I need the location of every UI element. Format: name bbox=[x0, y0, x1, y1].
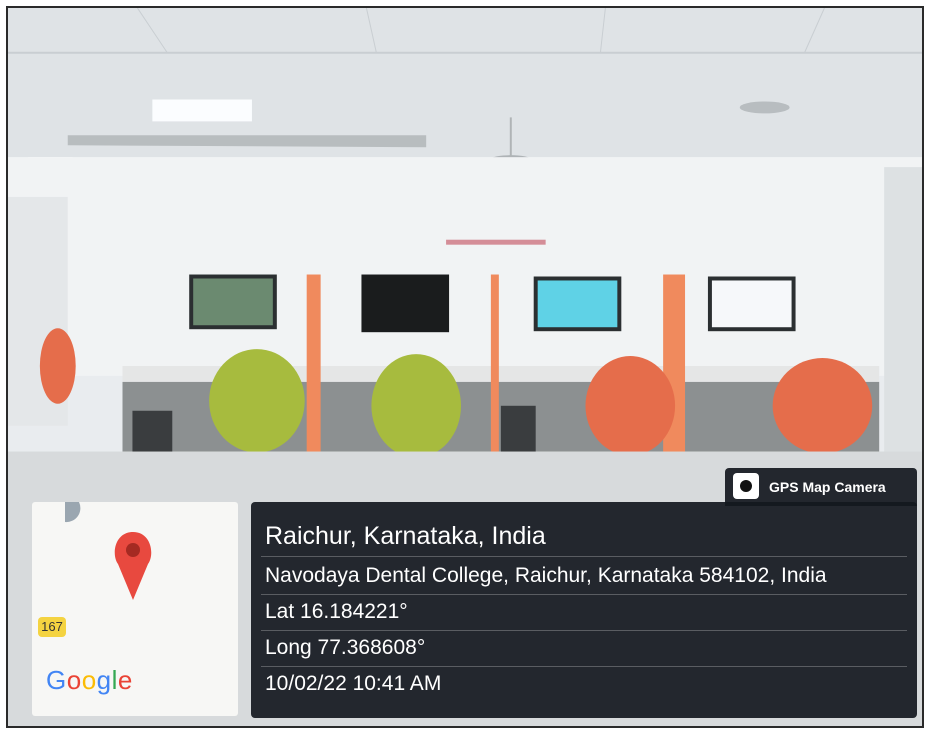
divider bbox=[261, 630, 907, 631]
divider bbox=[261, 666, 907, 667]
divider bbox=[261, 556, 907, 557]
camera-icon bbox=[733, 473, 759, 499]
gps-map-camera-badge: GPS Map Camera bbox=[725, 468, 917, 506]
divider bbox=[261, 594, 907, 595]
badge-label: GPS Map Camera bbox=[769, 479, 886, 495]
address-line: Navodaya Dental College, Raichur, Karnat… bbox=[265, 564, 827, 587]
location-title: Raichur, Karnataka, India bbox=[265, 522, 546, 550]
latitude: Lat 16.184221° bbox=[265, 600, 408, 623]
longitude: Long 77.368608° bbox=[265, 636, 426, 659]
location-info-panel: Raichur, Karnataka, India Navodaya Denta… bbox=[251, 502, 917, 718]
photo-frame: 167 Google GPS Map Camera Raichur, Karna… bbox=[6, 6, 924, 728]
google-logo: Google bbox=[46, 665, 133, 695]
timestamp: 10/02/22 10:41 AM bbox=[265, 672, 442, 695]
road-number-badge: 167 bbox=[38, 617, 66, 637]
